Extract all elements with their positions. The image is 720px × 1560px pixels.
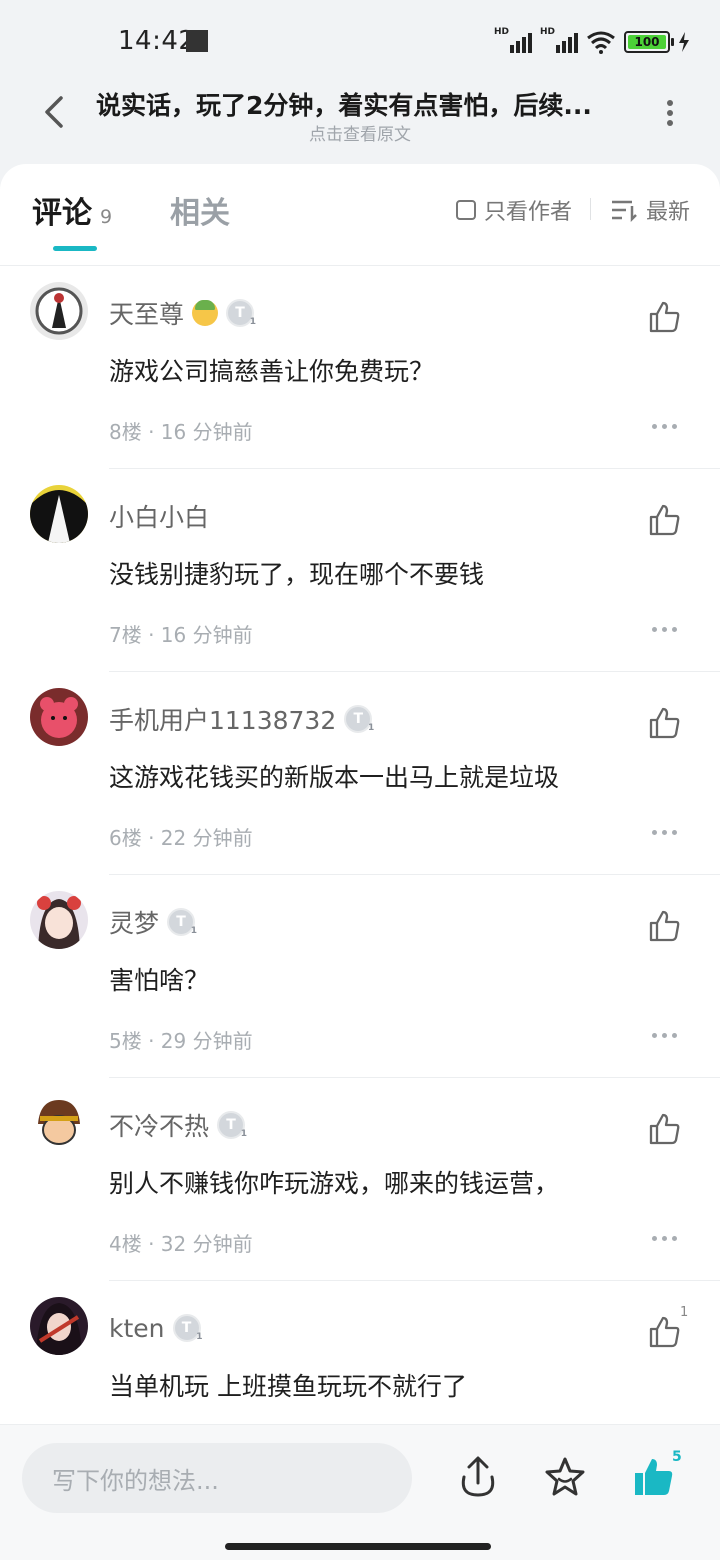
- sort-label: 最新: [646, 200, 691, 225]
- username[interactable]: 天至尊: [109, 295, 184, 331]
- comment-text: 害怕啥？: [109, 966, 210, 995]
- level-badge: T1: [172, 1314, 203, 1342]
- signal-icon-2: HD: [540, 27, 578, 53]
- comment-item[interactable]: 手机用户11138732 T1 这游戏花钱买的新版本一出马上就是垃圾 6楼 · …: [0, 672, 720, 875]
- battery-icon: 100: [624, 31, 674, 53]
- avatar[interactable]: [30, 485, 88, 543]
- comment-header: kten T1: [109, 1311, 203, 1345]
- thumbs-up-icon[interactable]: [648, 909, 682, 943]
- username[interactable]: 手机用户11138732: [109, 701, 336, 737]
- comment-more-button[interactable]: [652, 1033, 677, 1038]
- comment-meta: 6楼 · 22 分钟前: [109, 826, 253, 850]
- share-icon[interactable]: [456, 1455, 500, 1499]
- thumbs-up-icon[interactable]: [648, 300, 682, 334]
- post-header: 说实话，玩了2分钟，着实有点害怕，后续... 点击查看原文: [0, 80, 720, 164]
- comment-input[interactable]: 写下你的想法...: [22, 1443, 412, 1513]
- avatar[interactable]: [30, 688, 88, 746]
- comment-item[interactable]: 小白小白 没钱别捷豹玩了，现在哪个不要钱 7楼 · 16 分钟前: [0, 469, 720, 672]
- sort-icon: [612, 200, 637, 222]
- status-time: 14:42: [118, 26, 196, 56]
- comment-more-button[interactable]: [652, 830, 677, 835]
- more-options-button[interactable]: [660, 98, 680, 128]
- level-badge: T1: [226, 299, 256, 327]
- thumbs-up-filled-icon[interactable]: [632, 1455, 676, 1499]
- comment-item[interactable]: kten T1 当单机玩 上班摸鱼玩玩不就行了 1: [0, 1281, 720, 1424]
- comment-item[interactable]: 灵梦 T1 害怕啥？ 5楼 · 29 分钟前: [0, 875, 720, 1078]
- comment-item[interactable]: 不冷不热 T1 别人不赚钱你咋玩游戏，哪来的钱运营， 4楼 · 32 分钟前: [0, 1078, 720, 1281]
- comment-header: 天至尊 T1: [109, 295, 256, 331]
- comment-text: 别人不赚钱你咋玩游戏，哪来的钱运营，: [109, 1169, 560, 1198]
- username[interactable]: kten: [109, 1314, 165, 1343]
- username[interactable]: 小白小白: [109, 498, 209, 534]
- thumbs-up-icon[interactable]: [648, 1112, 682, 1146]
- comment-text: 没钱别捷豹玩了，现在哪个不要钱: [109, 560, 485, 589]
- status-bar: 14:42 HD HD 100: [0, 0, 720, 80]
- notification-icon: [186, 30, 208, 52]
- comment-more-button[interactable]: [652, 1236, 677, 1241]
- sort-button[interactable]: 最新: [610, 194, 690, 226]
- comment-header: 小白小白: [109, 499, 209, 533]
- medal-icon: [192, 300, 219, 326]
- like-count: 1: [680, 1305, 689, 1320]
- author-only-label: 只看作者: [484, 200, 573, 225]
- avatar[interactable]: [30, 891, 88, 949]
- avatar[interactable]: [30, 1094, 88, 1152]
- comment-meta: 5楼 · 29 分钟前: [109, 1029, 253, 1053]
- tab-comments-label: 评论: [32, 196, 92, 231]
- tab-comments-count: 9: [100, 206, 113, 228]
- thumbs-up-icon[interactable]: [648, 1315, 682, 1349]
- comment-text: 这游戏花钱买的新版本一出马上就是垃圾: [109, 763, 560, 792]
- author-only-toggle[interactable]: 只看作者: [456, 194, 572, 226]
- bottom-action-bar: 写下你的想法... 5: [0, 1424, 720, 1560]
- checkbox-icon: [456, 200, 476, 220]
- username[interactable]: 灵梦: [109, 904, 159, 940]
- post-title[interactable]: 说实话，玩了2分钟，着实有点害怕，后续...: [96, 86, 616, 122]
- tab-comments[interactable]: 评论 9: [32, 188, 112, 232]
- wifi-icon: [587, 31, 615, 54]
- comment-text: 游戏公司搞慈善让你免费玩？: [109, 357, 435, 386]
- avatar[interactable]: [30, 1297, 88, 1355]
- star-icon[interactable]: [543, 1455, 587, 1499]
- avatar[interactable]: [30, 282, 88, 340]
- comments-card: 评论 9 相关 只看作者 最新 天至尊 T1 游戏公司搞慈善让你免费玩？ 8楼 …: [0, 164, 720, 1424]
- thumbs-up-icon[interactable]: [648, 503, 682, 537]
- comment-text: 当单机玩 上班摸鱼玩玩不就行了: [109, 1372, 467, 1401]
- view-original-link[interactable]: 点击查看原文: [0, 120, 720, 145]
- comment-more-button[interactable]: [652, 424, 677, 429]
- comment-meta: 7楼 · 16 分钟前: [109, 623, 253, 647]
- home-indicator[interactable]: [225, 1543, 491, 1550]
- status-icons: HD HD 100: [494, 27, 690, 56]
- tab-indicator: [53, 246, 97, 251]
- charging-icon: [679, 32, 689, 52]
- comment-more-button[interactable]: [652, 627, 677, 632]
- username[interactable]: 不冷不热: [109, 1107, 209, 1143]
- comment-meta: 4楼 · 32 分钟前: [109, 1232, 253, 1256]
- comment-header: 手机用户11138732 T1: [109, 701, 374, 737]
- divider: [590, 198, 591, 220]
- thumbs-up-icon[interactable]: [648, 706, 682, 740]
- comment-meta: 8楼 · 16 分钟前: [109, 420, 253, 444]
- level-badge: T1: [167, 908, 197, 936]
- level-badge: T1: [217, 1111, 247, 1139]
- post-like-count: 5: [672, 1449, 682, 1465]
- signal-icon: HD: [494, 27, 532, 53]
- tab-related[interactable]: 相关: [170, 188, 230, 232]
- comment-item[interactable]: 天至尊 T1 游戏公司搞慈善让你免费玩？ 8楼 · 16 分钟前: [0, 266, 720, 469]
- tab-bar: 评论 9 相关 只看作者 最新: [0, 164, 720, 266]
- comment-header: 灵梦 T1: [109, 904, 197, 940]
- comment-header: 不冷不热 T1: [109, 1107, 247, 1143]
- level-badge: T1: [344, 705, 374, 733]
